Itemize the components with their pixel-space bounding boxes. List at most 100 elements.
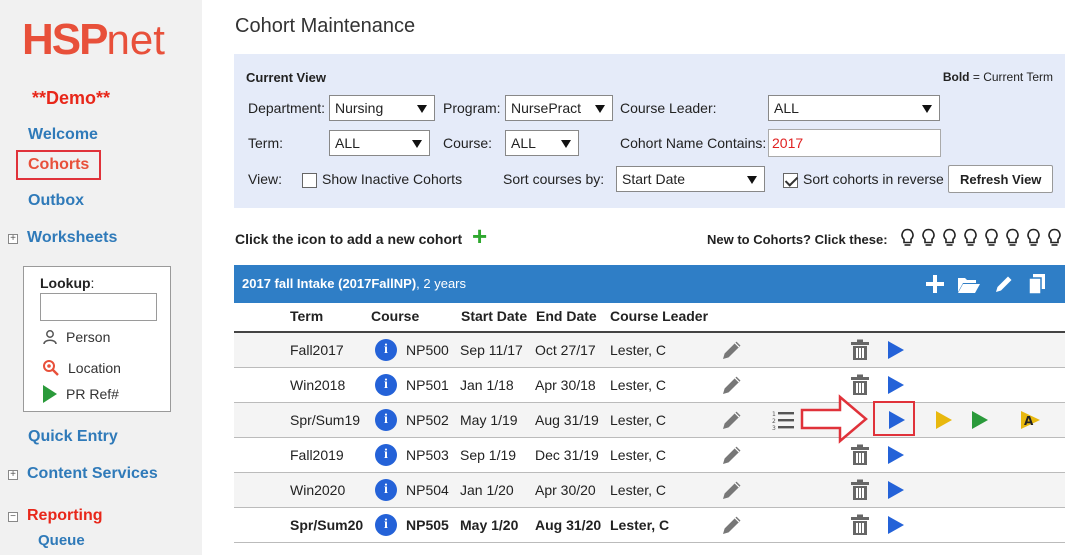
play-blue-icon[interactable] — [887, 375, 905, 398]
play-green-icon — [43, 385, 57, 403]
show-inactive-label[interactable]: Show Inactive Cohorts — [322, 171, 462, 187]
cell-course: NP500 — [406, 342, 449, 358]
current-term-legend: Bold = Current Term — [942, 70, 1053, 84]
trash-icon[interactable] — [850, 339, 870, 364]
edit-pencil-icon[interactable] — [720, 408, 744, 435]
reporting-collapse-icon[interactable]: − — [8, 512, 18, 522]
info-icon[interactable]: i — [375, 339, 397, 361]
edit-pencil-icon[interactable] — [720, 513, 744, 540]
play-blue-icon[interactable] — [887, 445, 905, 468]
cell-end-date: Apr 30/20 — [535, 482, 596, 498]
play-yellow-icon[interactable] — [935, 410, 953, 433]
add-cohort-plus-icon[interactable]: + — [472, 223, 487, 249]
cohort-actions — [925, 273, 1047, 295]
dropdown-arrow-icon — [561, 140, 571, 148]
location-search-icon — [43, 360, 59, 376]
course-select[interactable]: ALL — [505, 130, 579, 156]
trash-icon[interactable] — [850, 514, 870, 539]
current-view-title: Current View — [246, 70, 326, 85]
help-bulb-icon[interactable] — [963, 228, 978, 248]
sort-reverse-checkbox[interactable] — [783, 173, 798, 188]
lookup-title: Lookup: — [40, 275, 95, 291]
lookup-location[interactable]: Location — [42, 359, 121, 377]
department-select[interactable]: Nursing — [329, 95, 435, 121]
sort-by-select[interactable]: Start Date — [616, 166, 765, 192]
numbered-list-icon[interactable]: 123 — [772, 409, 796, 434]
play-yellow-a-icon[interactable]: A — [1020, 410, 1042, 433]
worksheets-expand-icon[interactable]: + — [8, 234, 18, 244]
department-label: Department: — [248, 100, 326, 116]
course-leader-select[interactable]: ALL — [768, 95, 940, 121]
nav-cohorts[interactable]: Cohorts — [16, 150, 102, 180]
show-inactive-checkbox[interactable] — [302, 173, 317, 188]
folder-open-icon[interactable] — [957, 273, 981, 295]
cell-term: Spr/Sum20 — [290, 517, 364, 533]
person-icon — [43, 330, 57, 345]
hspnet-logo[interactable]: HSPnet — [22, 14, 165, 66]
help-bulb-icon[interactable] — [1005, 228, 1020, 248]
sort-by-label: Sort courses by: — [503, 171, 605, 187]
program-select[interactable]: NursePract — [505, 95, 613, 121]
sort-reverse-label[interactable]: Sort cohorts in reverse — [803, 171, 944, 187]
play-blue-icon[interactable] — [887, 480, 905, 503]
nav-quick-entry[interactable]: Quick Entry — [28, 428, 118, 446]
trash-icon[interactable] — [850, 444, 870, 469]
cell-start-date: Sep 11/17 — [460, 342, 523, 358]
table-row: Win2018 i NP501 Jan 1/18 Apr 30/18 Leste… — [234, 368, 1065, 403]
cell-course-leader: Lester, C — [610, 412, 667, 428]
help-bulb-icon[interactable] — [1047, 228, 1062, 248]
cohort-title: 2017 fall Intake (2017FallNP), 2 years — [242, 276, 467, 291]
refresh-view-button[interactable]: Refresh View — [948, 165, 1054, 193]
content-services-expand-icon[interactable]: + — [8, 470, 18, 480]
current-view-panel: Current View Bold = Current Term Departm… — [234, 54, 1065, 208]
lookup-input[interactable] — [40, 293, 157, 321]
help-bulb-icon[interactable] — [1026, 228, 1041, 248]
help-bulb-icon[interactable] — [900, 228, 915, 248]
play-blue-icon[interactable] — [887, 515, 905, 538]
help-bulb-icon[interactable] — [921, 228, 936, 248]
edit-pencil-icon[interactable] — [720, 373, 744, 400]
cell-term: Spr/Sum19 — [290, 412, 361, 428]
edit-pencil-icon[interactable] — [993, 273, 1015, 295]
svg-text:A: A — [1024, 414, 1034, 428]
dropdown-arrow-icon — [412, 140, 422, 148]
table-row: Spr/Sum19 i NP502 May 1/19 Aug 31/19 Les… — [234, 403, 1065, 438]
play-green-icon[interactable] — [971, 410, 989, 433]
new-to-cohorts-label: New to Cohorts? Click these: — [707, 232, 888, 247]
add-course-icon[interactable] — [925, 273, 945, 295]
info-icon[interactable]: i — [375, 514, 397, 536]
cell-course: NP501 — [406, 377, 449, 393]
nav-content-services[interactable]: Content Services — [27, 465, 158, 483]
dropdown-arrow-icon — [747, 176, 757, 184]
cohort-name-input[interactable]: 2017 — [768, 129, 941, 157]
nav-worksheets[interactable]: Worksheets — [27, 229, 117, 247]
edit-pencil-icon[interactable] — [720, 443, 744, 470]
info-icon[interactable]: i — [375, 444, 397, 466]
cell-course-leader: Lester, C — [610, 342, 667, 358]
info-icon[interactable]: i — [375, 409, 397, 431]
cell-course: NP503 — [406, 447, 449, 463]
info-icon[interactable]: i — [375, 479, 397, 501]
dropdown-arrow-icon — [595, 105, 605, 113]
info-icon[interactable]: i — [375, 374, 397, 396]
help-bulb-icon[interactable] — [984, 228, 999, 248]
cell-course: NP502 — [406, 412, 449, 428]
copy-icon[interactable] — [1027, 273, 1047, 295]
dropdown-arrow-icon — [417, 105, 427, 113]
play-blue-icon[interactable] — [887, 340, 905, 363]
cell-start-date: Sep 1/19 — [460, 447, 517, 463]
edit-pencil-icon[interactable] — [720, 478, 744, 505]
nav-outbox[interactable]: Outbox — [28, 192, 84, 210]
edit-pencil-icon[interactable] — [720, 338, 744, 365]
header-course-leader: Course Leader — [610, 308, 709, 324]
trash-icon[interactable] — [850, 479, 870, 504]
lookup-prref[interactable]: PR Ref# — [42, 385, 119, 403]
cell-start-date: May 1/20 — [460, 517, 519, 533]
nav-welcome[interactable]: Welcome — [28, 126, 98, 144]
nav-queue[interactable]: Queue — [38, 532, 85, 549]
lookup-person[interactable]: Person — [42, 329, 110, 345]
term-select[interactable]: ALL — [329, 130, 430, 156]
nav-reporting[interactable]: Reporting — [27, 507, 103, 525]
help-bulb-icon[interactable] — [942, 228, 957, 248]
header-course: Course — [371, 308, 420, 324]
